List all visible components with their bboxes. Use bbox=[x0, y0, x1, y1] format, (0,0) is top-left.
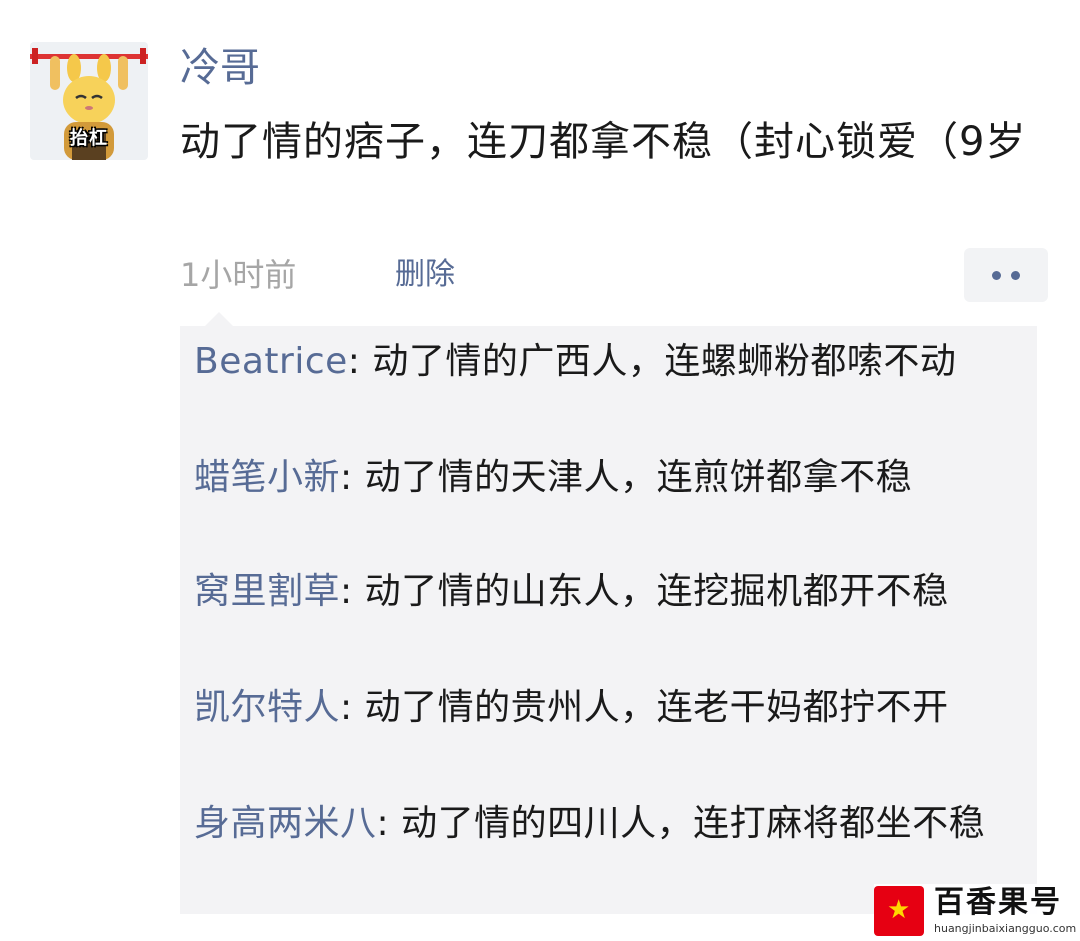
dot-icon bbox=[1011, 271, 1020, 280]
post-time: 1小时前 bbox=[180, 256, 297, 294]
watermark: ★ 百香果号 huangjinbaixiangguo.com bbox=[874, 884, 1077, 940]
comments-caret bbox=[205, 312, 233, 326]
comment-author[interactable]: Beatrice bbox=[194, 341, 348, 382]
more-dots-icon[interactable] bbox=[964, 248, 1048, 302]
avatar[interactable]: 抬杠 bbox=[30, 42, 148, 160]
comment-author[interactable]: 身高两米八 bbox=[194, 803, 377, 844]
comment-text: : 动了情的四川人，连打麻将都坐不稳 bbox=[376, 803, 986, 844]
comment-item: Beatrice: 动了情的广西人，连螺蛳粉都嗦不动 bbox=[194, 338, 1014, 386]
watermark-url: huangjinbaixiangguo.com bbox=[934, 922, 1077, 935]
comment-item: 凯尔特人: 动了情的贵州人，连老干妈都拧不开 bbox=[194, 684, 1014, 732]
comment-text: : 动了情的广西人，连螺蛳粉都嗦不动 bbox=[347, 341, 957, 382]
comment-author[interactable]: 凯尔特人 bbox=[194, 687, 340, 728]
comment-author[interactable]: 蜡笔小新 bbox=[194, 457, 340, 498]
watermark-title: 百香果号 bbox=[934, 885, 1062, 920]
watermark-logo-icon: ★ bbox=[874, 886, 924, 936]
comment-item: 蜡笔小新: 动了情的天津人，连煎饼都拿不稳 bbox=[194, 454, 1014, 502]
delete-button[interactable]: 删除 bbox=[395, 250, 455, 300]
star-icon: ★ bbox=[887, 895, 911, 925]
comment-item: 窝里割草: 动了情的山东人，连挖掘机都开不稳 bbox=[194, 568, 1014, 616]
avatar-label: 抬杠 bbox=[70, 128, 108, 149]
post-author[interactable]: 冷哥 bbox=[180, 42, 260, 94]
dot-icon bbox=[992, 271, 1001, 280]
comment-text: : 动了情的天津人，连煎饼都拿不稳 bbox=[340, 457, 913, 498]
comment-text: : 动了情的山东人，连挖掘机都开不稳 bbox=[340, 571, 949, 612]
comment-text: : 动了情的贵州人，连老干妈都拧不开 bbox=[340, 687, 949, 728]
comment-item: 身高两米八: 动了情的四川人，连打麻将都坐不稳 bbox=[194, 800, 1014, 848]
post-text: 动了情的痞子，连刀都拿不稳（封心锁爱（9岁 bbox=[180, 119, 1027, 165]
comments-list: Beatrice: 动了情的广西人，连螺蛳粉都嗦不动 蜡笔小新: 动了情的天津人… bbox=[180, 326, 1037, 914]
comment-author[interactable]: 窝里割草 bbox=[194, 571, 340, 612]
